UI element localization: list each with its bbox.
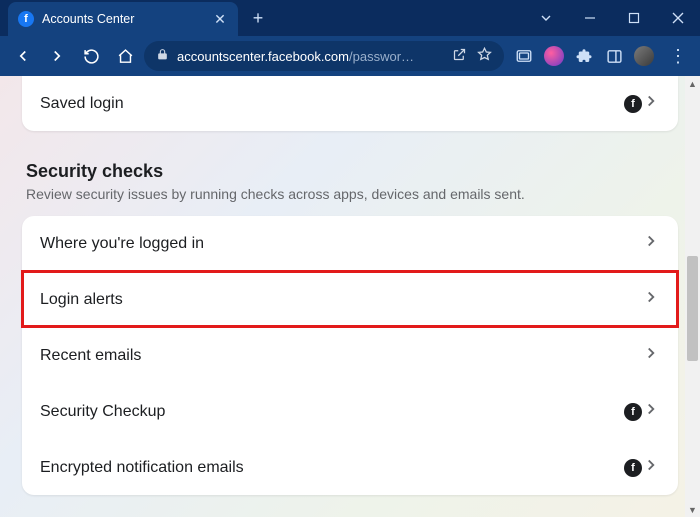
close-tab-button[interactable]: ✕ — [212, 11, 228, 27]
scroll-up-arrow[interactable]: ▲ — [685, 76, 700, 91]
url-text: accountscenter.facebook.com/passwor… — [177, 49, 444, 64]
row-label: Encrypted notification emails — [40, 459, 624, 477]
section-title: Security checks — [26, 161, 674, 182]
facebook-favicon: f — [18, 11, 34, 27]
bookmark-star-icon[interactable] — [477, 47, 492, 65]
security-checks-header: Security checks Review security issues b… — [22, 149, 678, 216]
recent-emails-row[interactable]: Recent emails — [22, 327, 678, 383]
saved-login-row[interactable]: Saved login f — [22, 76, 678, 131]
lock-icon — [156, 48, 169, 64]
row-label: Login alerts — [40, 291, 642, 309]
chevron-right-icon — [642, 288, 660, 311]
window-controls — [524, 0, 700, 36]
profile-avatar[interactable] — [634, 46, 654, 66]
home-button[interactable] — [110, 41, 140, 71]
scrollbar-thumb[interactable] — [687, 256, 698, 361]
vertical-scrollbar[interactable]: ▲ ▼ — [685, 76, 700, 517]
chevron-right-icon — [642, 400, 660, 423]
login-alerts-row[interactable]: Login alerts — [22, 271, 678, 327]
address-bar[interactable]: accountscenter.facebook.com/passwor… — [144, 41, 504, 71]
forward-button[interactable] — [42, 41, 72, 71]
browser-tab[interactable]: f Accounts Center ✕ — [8, 2, 238, 36]
row-label: Where you're logged in — [40, 235, 642, 253]
page-viewport: Saved login f Security checks Review sec… — [0, 76, 700, 517]
maximize-button[interactable] — [612, 3, 656, 33]
extension-icon-1[interactable] — [514, 46, 534, 66]
chevron-right-icon — [642, 344, 660, 367]
facebook-icon: f — [624, 95, 642, 113]
side-panel-icon[interactable] — [604, 46, 624, 66]
extension-icon-2[interactable] — [544, 46, 564, 66]
scroll-down-arrow[interactable]: ▼ — [685, 502, 700, 517]
back-button[interactable] — [8, 41, 38, 71]
saved-login-card: Saved login f — [22, 76, 678, 131]
close-window-button[interactable] — [656, 3, 700, 33]
extensions-puzzle-icon[interactable] — [574, 46, 594, 66]
security-checkup-row[interactable]: Security Checkup f — [22, 383, 678, 439]
browser-toolbar: accountscenter.facebook.com/passwor… ⋮ — [0, 36, 700, 76]
facebook-icon: f — [624, 459, 642, 477]
saved-login-label: Saved login — [40, 95, 624, 113]
facebook-icon: f — [624, 403, 642, 421]
chevron-right-icon — [642, 456, 660, 479]
row-label: Recent emails — [40, 347, 642, 365]
section-subtitle: Review security issues by running checks… — [26, 186, 674, 202]
tab-search-button[interactable] — [524, 3, 568, 33]
row-label: Security Checkup — [40, 403, 624, 421]
window-titlebar: f Accounts Center ✕ + — [0, 0, 700, 36]
page-content: Saved login f Security checks Review sec… — [0, 76, 700, 517]
extension-icons — [508, 46, 660, 66]
tab-title: Accounts Center — [42, 12, 212, 26]
minimize-button[interactable] — [568, 3, 612, 33]
new-tab-button[interactable]: + — [244, 4, 272, 32]
where-logged-in-row[interactable]: Where you're logged in — [22, 216, 678, 271]
chevron-right-icon — [642, 232, 660, 255]
chevron-right-icon — [642, 92, 660, 115]
encrypted-emails-row[interactable]: Encrypted notification emails f — [22, 439, 678, 495]
security-checks-list: Where you're logged in Login alerts Rece… — [22, 216, 678, 495]
share-icon[interactable] — [452, 47, 467, 65]
reload-button[interactable] — [76, 41, 106, 71]
browser-menu-button[interactable]: ⋮ — [664, 41, 692, 71]
